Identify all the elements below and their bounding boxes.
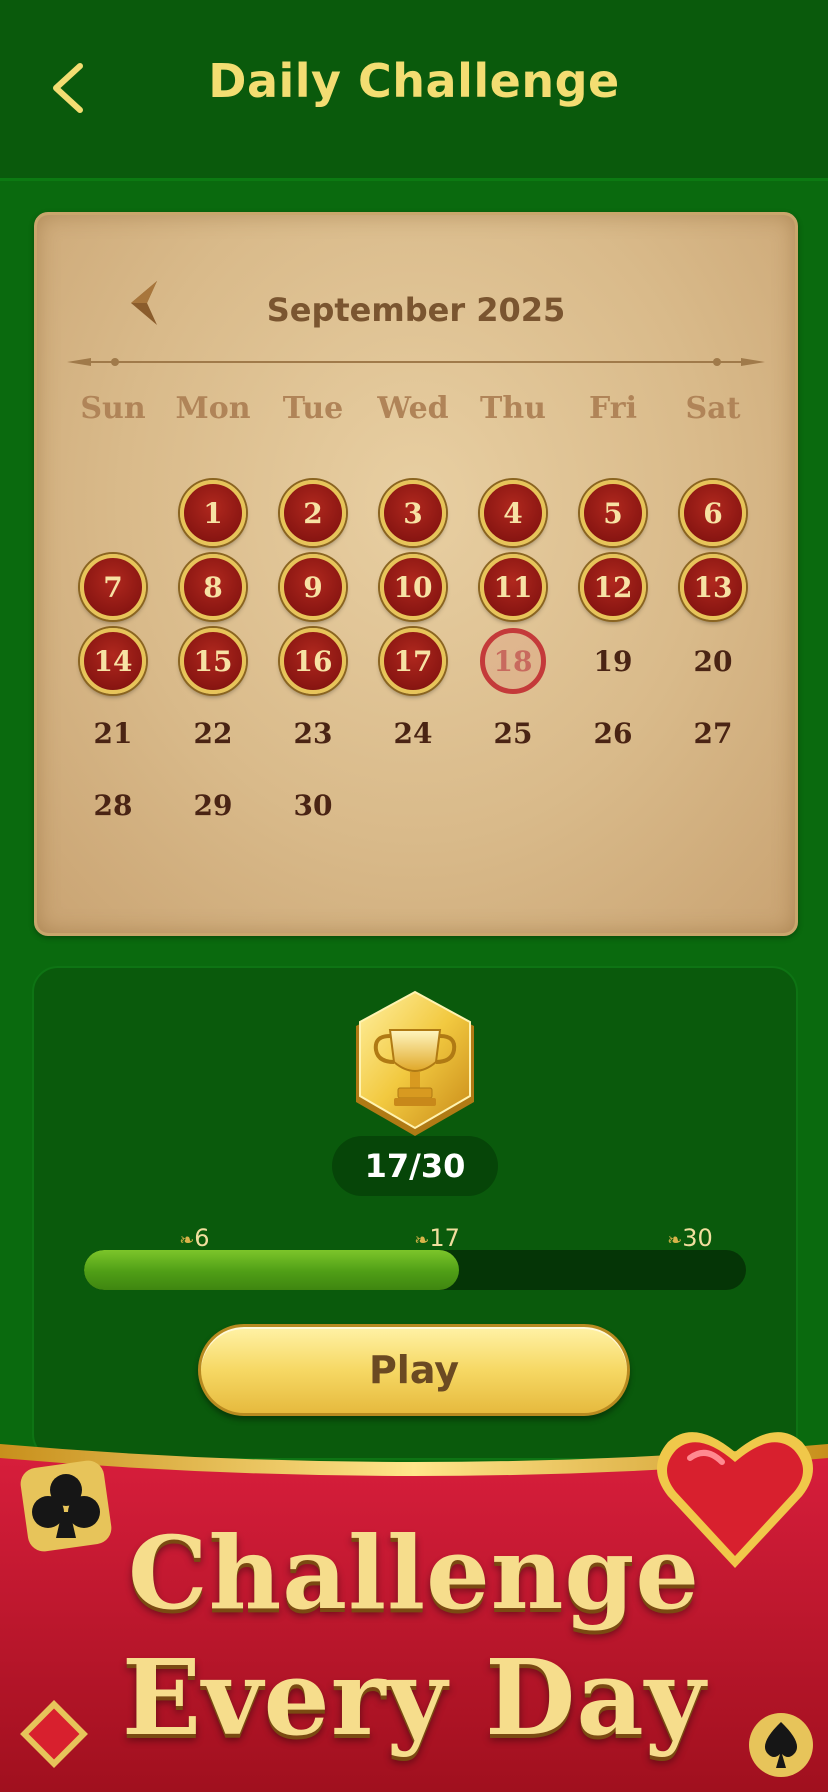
calendar-day-16[interactable]: 16	[280, 628, 346, 694]
weekday-label-thu: Thu	[480, 391, 546, 426]
ornamental-divider	[67, 358, 765, 366]
calendar-day-15[interactable]: 15	[180, 628, 246, 694]
trophy-icon	[356, 990, 474, 1136]
calendar-day-6[interactable]: 6	[680, 480, 746, 546]
weekday-label-wed: Wed	[377, 391, 449, 426]
calendar-day-26[interactable]: 26	[580, 700, 646, 766]
ornament-icon: ❧	[179, 1230, 195, 1251]
milestone-30: ❧30	[650, 1224, 730, 1252]
banner-title-line2: Every Day	[121, 1636, 707, 1759]
progress-card: 17/30 ❧6 ❧17 ❧30 Play	[32, 966, 798, 1460]
progress-bar-fill	[84, 1250, 460, 1290]
calendar-day-19[interactable]: 19	[580, 628, 646, 694]
calendar-day-29[interactable]: 29	[180, 772, 246, 838]
weekday-label-mon: Mon	[175, 391, 251, 426]
calendar-day-25[interactable]: 25	[480, 700, 546, 766]
weekday-label-sat: Sat	[685, 391, 741, 426]
calendar-day-27[interactable]: 27	[680, 700, 746, 766]
milestone-label: 6	[194, 1224, 210, 1252]
month-label: September 2025	[266, 291, 566, 329]
calendar-day-1[interactable]: 1	[180, 480, 246, 546]
play-button[interactable]: Play	[198, 1324, 630, 1416]
calendar-day-11[interactable]: 11	[480, 554, 546, 620]
calendar-card: September 2025 Sun Mon Tue Wed Thu Fri Sat 123…	[34, 212, 798, 936]
app-header: Daily Challenge	[0, 0, 828, 181]
milestone-6: ❧6	[154, 1224, 234, 1252]
banner-title-line1: Challenge	[128, 1514, 700, 1632]
calendar-day-22[interactable]: 22	[180, 700, 246, 766]
calendar-day-18[interactable]: 18	[480, 628, 546, 694]
page-title: Daily Challenge	[208, 54, 620, 108]
milestone-label: 17	[429, 1224, 460, 1252]
promo-banner: Challenge Every Day	[0, 1432, 828, 1792]
weekday-label-fri: Fri	[589, 391, 637, 426]
calendar-day-10[interactable]: 10	[380, 554, 446, 620]
calendar-day-20[interactable]: 20	[680, 628, 746, 694]
calendar-day-21[interactable]: 21	[80, 700, 146, 766]
calendar-day-5[interactable]: 5	[580, 480, 646, 546]
calendar-day-24[interactable]: 24	[380, 700, 446, 766]
weekday-label-sun: Sun	[80, 391, 146, 426]
milestone-label: 30	[682, 1224, 713, 1252]
calendar-day-7[interactable]: 7	[80, 554, 146, 620]
calendar-day-8[interactable]: 8	[180, 554, 246, 620]
progress-count: 17/30	[332, 1136, 498, 1196]
calendar-day-28[interactable]: 28	[80, 772, 146, 838]
calendar-day-4[interactable]: 4	[480, 480, 546, 546]
calendar-day-13[interactable]: 13	[680, 554, 746, 620]
calendar-day-23[interactable]: 23	[280, 700, 346, 766]
calendar-day-17[interactable]: 17	[380, 628, 446, 694]
calendar-day-2[interactable]: 2	[280, 480, 346, 546]
progress-bar	[84, 1250, 746, 1290]
weekday-header-row: Sun Mon Tue Wed Thu Fri Sat	[37, 391, 795, 431]
ornament-icon: ❧	[667, 1230, 683, 1251]
calendar-day-30[interactable]: 30	[280, 772, 346, 838]
calendar-day-12[interactable]: 12	[580, 554, 646, 620]
milestone-17: ❧17	[397, 1224, 477, 1252]
calendar-day-9[interactable]: 9	[280, 554, 346, 620]
calendar-day-3[interactable]: 3	[380, 480, 446, 546]
calendar-day-14[interactable]: 14	[80, 628, 146, 694]
weekday-label-tue: Tue	[282, 391, 344, 426]
ornament-icon: ❧	[414, 1230, 430, 1251]
